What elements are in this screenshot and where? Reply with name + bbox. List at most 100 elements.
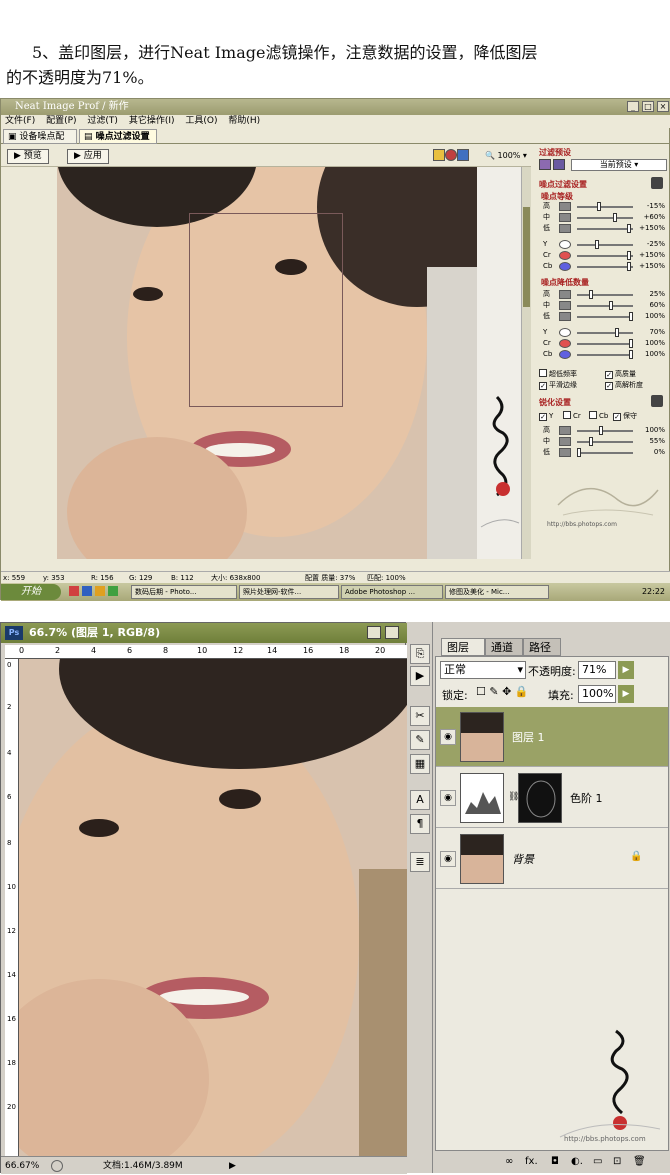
quick-launch-icons[interactable] xyxy=(69,586,127,598)
zoom-field[interactable]: 66.67% xyxy=(5,1157,39,1175)
window-title: Neat Image Prof / 新作 xyxy=(15,101,129,112)
doc-maximize-button[interactable] xyxy=(385,626,399,639)
reduce-row-high[interactable]: 高 25% xyxy=(543,289,665,300)
visibility-eye-icon[interactable]: ◉ xyxy=(440,790,456,806)
preview-image[interactable] xyxy=(57,167,477,559)
maximize-button[interactable]: □ xyxy=(642,101,654,112)
link-layers-icon[interactable]: ∞ xyxy=(505,1152,513,1172)
level-row-mid[interactable]: 中 +60% xyxy=(543,212,665,223)
history-tool-icon[interactable]: ⎘ xyxy=(410,644,430,664)
sharpen-trash-icon[interactable] xyxy=(651,395,663,407)
sharpen-row-low[interactable]: 低 0% xyxy=(543,447,665,458)
menu-tools[interactable]: 工具(O) xyxy=(185,116,217,126)
character-icon[interactable]: A xyxy=(410,790,430,810)
vertical-scrollbar[interactable] xyxy=(521,167,531,559)
zoom-control[interactable]: 🔍 100% ▾ xyxy=(485,149,527,163)
close-button[interactable]: × xyxy=(657,101,669,112)
layer-row-background[interactable]: ◉ 背景 🔒 xyxy=(436,829,668,889)
tab-channels[interactable]: 通道 xyxy=(485,638,523,656)
delete-layer-icon[interactable]: 🗑 xyxy=(633,1152,646,1172)
doc-minimize-button[interactable] xyxy=(367,626,381,639)
window-title-bar: Neat Image Prof / 新作 _ □ × xyxy=(1,99,670,115)
sharpen-cb-check[interactable]: Cb xyxy=(589,411,608,421)
actions-tool-icon[interactable]: ▶ xyxy=(410,666,430,686)
status-menu-arrow-icon[interactable]: ▶ xyxy=(229,1157,236,1175)
level-row-y[interactable]: Y -25% xyxy=(543,239,665,250)
option-smooth-edges[interactable]: ✓ 平滑边缘 xyxy=(539,380,577,390)
layer-row-layer1[interactable]: ◉ 图层 1 xyxy=(436,707,668,767)
document-title: 66.7% (图层 1, RGB/8) xyxy=(29,626,161,639)
reduce-row-cr[interactable]: Cr 100% xyxy=(543,338,665,349)
visibility-eye-icon[interactable]: ◉ xyxy=(440,851,456,867)
lock-icons[interactable]: ☐ ✎ ✥ 🔒 xyxy=(476,685,528,698)
reduce-row-y[interactable]: Y 70% xyxy=(543,327,665,338)
blend-mode-select[interactable]: 正常 ▾ xyxy=(440,661,526,679)
ps-logo-icon: Ps xyxy=(5,626,23,640)
task-adobe-photoshop[interactable]: Adobe Photoshop ... xyxy=(341,585,443,599)
opacity-slider-button[interactable]: ▶ xyxy=(618,661,634,679)
preview-button[interactable]: ▶ 预览 xyxy=(7,149,49,164)
apply-button[interactable]: ▶ 应用 xyxy=(67,149,109,164)
level-row-high[interactable]: 高 -15% xyxy=(543,201,665,212)
menu-filter[interactable]: 过滤(T) xyxy=(87,116,118,126)
menu-other[interactable]: 其它操作(I) xyxy=(129,116,175,126)
option-high-quality[interactable]: ✓ 高质量 xyxy=(605,369,636,379)
clone-source-icon[interactable]: ▦ xyxy=(410,754,430,774)
sharpen-row-high[interactable]: 高 100% xyxy=(543,425,665,436)
tab-noise-filter-settings[interactable]: ▤ 噪点过滤设置 xyxy=(79,129,157,144)
view-mode-icons[interactable] xyxy=(433,149,469,166)
layer-mask-thumbnail[interactable] xyxy=(518,773,562,823)
lock-icon: 🔒 xyxy=(630,851,643,862)
layer-name[interactable]: 背景 xyxy=(512,851,534,867)
status-icon[interactable] xyxy=(51,1160,63,1172)
sharpen-cr-check[interactable]: Cr xyxy=(563,411,581,421)
brushes-icon[interactable]: ✎ xyxy=(410,730,430,750)
opacity-label: 不透明度: xyxy=(528,665,576,678)
new-layer-icon[interactable]: ⊡ xyxy=(613,1152,621,1172)
paragraph-icon[interactable]: ¶ xyxy=(410,814,430,834)
menu-help[interactable]: 帮助(H) xyxy=(228,116,260,126)
level-row-cb[interactable]: Cb +150% xyxy=(543,261,665,272)
option-high-resolution[interactable]: ✓ 高解析度 xyxy=(605,380,643,390)
level-row-cr[interactable]: Cr +150% xyxy=(543,250,665,261)
task-photoshop-forum[interactable]: 数码后期 - Photo... xyxy=(131,585,237,599)
fill-slider-button[interactable]: ▶ xyxy=(618,685,634,703)
preset-select[interactable]: 当前预设 ▾ xyxy=(571,159,667,171)
magnifier-icon: 🔍 xyxy=(485,151,495,160)
sharpen-conservative-check[interactable]: ✓ 保守 xyxy=(613,411,637,421)
task-photo-site[interactable]: 照片处理网-软件... xyxy=(239,585,339,599)
visibility-eye-icon[interactable]: ◉ xyxy=(440,729,456,745)
trash-icon[interactable] xyxy=(651,177,663,189)
preset-icons[interactable] xyxy=(539,159,567,171)
tab-paths[interactable]: 路径 xyxy=(523,638,561,656)
add-mask-icon[interactable]: ◘ xyxy=(551,1152,559,1172)
sharpen-row-mid[interactable]: 中 55% xyxy=(543,436,665,447)
menu-file[interactable]: 文件(F) xyxy=(5,116,35,126)
start-button[interactable]: 开始 xyxy=(1,584,61,600)
layer-row-levels1[interactable]: ◉ ⛓ 色阶 1 xyxy=(436,768,668,828)
layer-style-icon[interactable]: fx. xyxy=(525,1152,538,1172)
layer-name[interactable]: 图层 1 xyxy=(512,729,545,745)
new-group-icon[interactable]: ▭ xyxy=(593,1152,602,1172)
option-ultra-low-frequency[interactable]: 超低频率 xyxy=(539,369,577,379)
canvas-image[interactable] xyxy=(19,659,407,1156)
tab-layers[interactable]: 图层 × xyxy=(441,638,485,671)
adjustment-layer-icon[interactable]: ◐. xyxy=(571,1152,583,1172)
layer-name[interactable]: 色阶 1 xyxy=(570,790,603,806)
horizontal-ruler: 0 2 4 6 8 10 12 14 16 18 20 xyxy=(5,645,407,659)
reduce-row-cb[interactable]: Cb 100% xyxy=(543,349,665,360)
menu-profile[interactable]: 配置(P) xyxy=(46,116,76,126)
tool-presets-icon[interactable]: ✂ xyxy=(410,706,430,726)
fill-field[interactable]: 100% xyxy=(578,685,616,703)
calligraphy-logo xyxy=(559,1029,661,1138)
layer-comps-icon[interactable]: ≣ xyxy=(410,852,430,872)
sharpen-y-check[interactable]: ✓ Y xyxy=(539,411,553,421)
level-row-low[interactable]: 低 +150% xyxy=(543,223,665,234)
task-word-doc[interactable]: 修图及美化 - Mic... xyxy=(445,585,549,599)
reduce-row-low[interactable]: 低 100% xyxy=(543,311,665,322)
tab-device-noise-profile[interactable]: ▣ 设备噪点配置 xyxy=(3,129,77,156)
sharpen-header: 锐化设置 xyxy=(539,398,571,407)
reduce-row-mid[interactable]: 中 60% xyxy=(543,300,665,311)
opacity-field[interactable]: 71% xyxy=(578,661,616,679)
minimize-button[interactable]: _ xyxy=(627,101,639,112)
